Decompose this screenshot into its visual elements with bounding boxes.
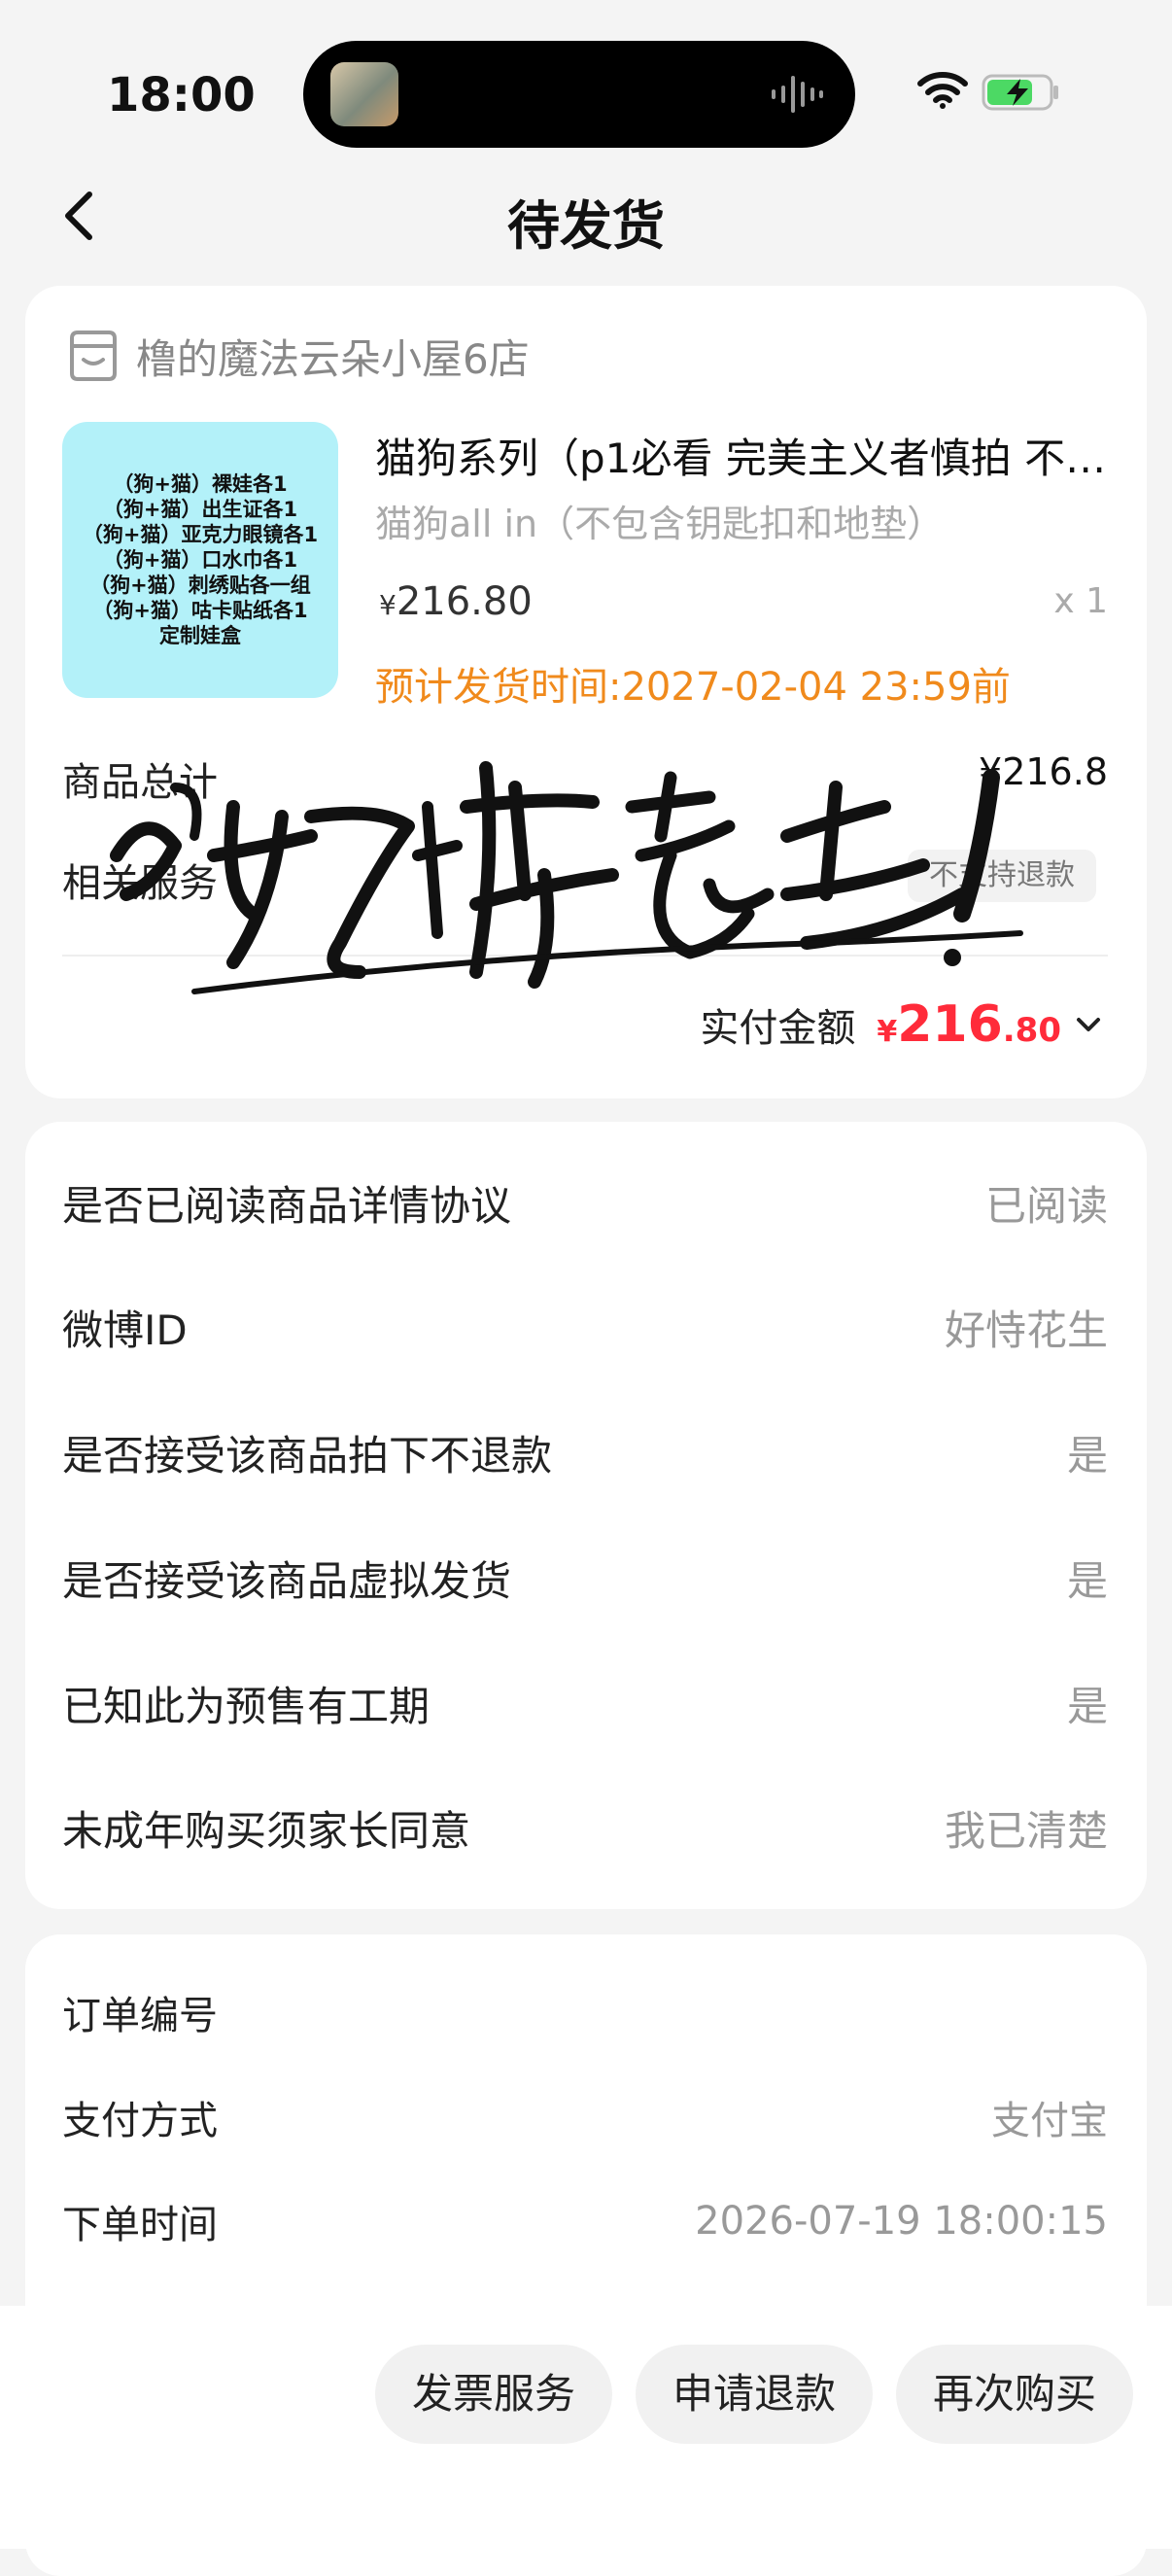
shop-name: 橹的魔法云朵小屋6店 <box>136 334 530 383</box>
product-image-line: （狗+猫）出生证各1 <box>102 498 298 521</box>
product-quantity: x 1 <box>1053 581 1108 621</box>
shop-link[interactable]: 橹的魔法云朵小屋6店 <box>64 325 530 387</box>
divider <box>62 955 1108 957</box>
product-image-line: （狗+猫）亚克力眼镜各1 <box>82 523 319 546</box>
chevron-down-icon <box>1077 1018 1100 1031</box>
question-text: 是否接受该商品虚拟发货 <box>62 1556 512 1605</box>
product-image-line: （狗+猫）口水巾各1 <box>102 548 298 572</box>
question-text: 微博ID <box>62 1305 188 1354</box>
buy-again-button[interactable]: 再次购买 <box>896 2345 1133 2444</box>
bottom-action-bar: 发票服务 申请退款 再次购买 <box>0 2306 1172 2549</box>
payment-method-label: 支付方式 <box>62 2099 218 2143</box>
no-refund-badge: 不支持退款 <box>908 850 1096 902</box>
question-row: 是否接受该商品拍下不退款 是 <box>62 1409 1108 1496</box>
wifi-icon <box>917 72 968 109</box>
purchase-questions-card: 是否已阅读商品详情协议 已阅读 微博ID 好恃花生 是否接受该商品拍下不退款 是… <box>25 1122 1147 1909</box>
order-number-row[interactable]: 订单编号 <box>62 1973 1108 2051</box>
goods-total-value: ¥216.8 <box>979 750 1108 793</box>
currency-symbol: ¥ <box>379 589 396 621</box>
payment-method-value: 支付宝 <box>991 2099 1108 2143</box>
question-row: 是否接受该商品虚拟发货 是 <box>62 1534 1108 1621</box>
answer-text: 已阅读 <box>984 1181 1108 1230</box>
answer-text: 好恃花生 <box>944 1305 1108 1354</box>
answer-text: 是 <box>1066 1431 1108 1479</box>
order-time-row: 下单时间 2026-07-19 18:00:15 <box>62 2182 1108 2260</box>
page-title: 待发货 <box>507 195 665 257</box>
order-time-value: 2026-07-19 18:00:15 <box>695 2199 1108 2244</box>
paid-amount-row[interactable]: 实付金额 ¥ 216 .80 <box>700 995 1102 1054</box>
paid-amount-label: 实付金额 <box>700 1006 856 1051</box>
question-row: 是否已阅读商品详情协议 已阅读 <box>62 1159 1108 1246</box>
nav-bar: 待发货 <box>0 156 1172 282</box>
product-image-line: （狗+猫）裸娃各1 <box>113 472 288 496</box>
order-item-card: 橹的魔法云朵小屋6店 （狗+猫）裸娃各1 （狗+猫）出生证各1 （狗+猫）亚克力… <box>25 286 1147 1098</box>
question-row: 已知此为预售有工期 是 <box>62 1659 1108 1747</box>
status-bar: 18:00 <box>0 0 1172 156</box>
question-text: 是否接受该商品拍下不退款 <box>62 1431 553 1479</box>
currency-symbol: ¥ <box>877 1015 898 1049</box>
order-number-label: 订单编号 <box>62 1994 218 2038</box>
service-label: 相关服务 <box>62 861 218 906</box>
estimated-ship-time: 预计发货时间:2027-02-04 23:59前 <box>375 665 1011 710</box>
product-image-line: 定制娃盒 <box>159 624 241 647</box>
payment-method-row: 支付方式 支付宝 <box>62 2078 1108 2156</box>
product-image-line: （狗+猫）刺绣贴各一组 <box>89 574 311 597</box>
product-price-value: 216.80 <box>396 579 533 624</box>
battery-charging-icon <box>982 74 1058 111</box>
answer-text: 是 <box>1066 1556 1108 1605</box>
product-variant: 猫狗all in（不包含钥匙扣和地垫） <box>375 503 945 545</box>
question-row: 未成年购买须家长同意 我已清楚 <box>62 1784 1108 1871</box>
invoice-service-button[interactable]: 发票服务 <box>375 2345 612 2444</box>
question-row: 微博ID 好恃花生 <box>62 1283 1108 1371</box>
answer-text: 是 <box>1066 1682 1108 1730</box>
goods-total-label: 商品总计 <box>62 760 218 805</box>
now-playing-thumbnail <box>330 62 398 126</box>
paid-amount-integer: 216 <box>897 995 1003 1054</box>
status-time: 18:00 <box>107 68 256 122</box>
answer-text: 我已清楚 <box>944 1806 1108 1855</box>
dynamic-island[interactable] <box>303 41 855 148</box>
paid-amount-decimal: .80 <box>1002 1011 1061 1050</box>
product-image-line: （狗+猫）咕卡贴纸各1 <box>92 599 308 622</box>
question-text: 是否已阅读商品详情协议 <box>62 1181 512 1230</box>
order-time-label: 下单时间 <box>62 2203 218 2247</box>
product-title[interactable]: 猫狗系列（p1必看 完美主义者慎拍 不要拍 <box>375 426 1114 485</box>
question-text: 已知此为预售有工期 <box>62 1682 431 1730</box>
request-refund-button[interactable]: 申请退款 <box>636 2345 873 2444</box>
audio-wave-icon <box>772 76 823 113</box>
product-price: ¥216.80 <box>379 579 533 624</box>
question-text: 未成年购买须家长同意 <box>62 1806 471 1855</box>
product-thumbnail[interactable]: （狗+猫）裸娃各1 （狗+猫）出生证各1 （狗+猫）亚克力眼镜各1 （狗+猫）口… <box>62 422 338 698</box>
shop-icon <box>70 331 117 381</box>
